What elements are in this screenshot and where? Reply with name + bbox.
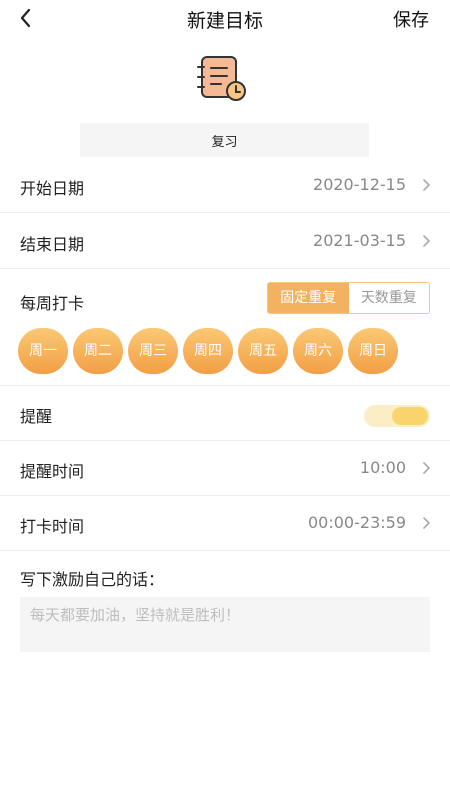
toggle-knob <box>392 407 428 425</box>
end-date-row[interactable]: 结束日期 2021-03-15 <box>0 214 450 269</box>
end-date-value: 2021-03-15 <box>313 231 406 250</box>
day-friday[interactable]: 周五 <box>238 328 288 374</box>
fixed-repeat-button[interactable]: 固定重复 <box>268 283 349 313</box>
goal-name-input[interactable] <box>80 123 369 157</box>
start-date-label: 开始日期 <box>20 179 85 198</box>
checkin-time-row[interactable]: 打卡时间 00:00-23:59 <box>0 496 450 551</box>
reminder-time-value: 10:00 <box>359 458 406 477</box>
weekday-picker: 周一 周二 周三 周四 周五 周六 周日 <box>18 328 398 374</box>
checkin-time-value: 00:00-23:59 <box>308 513 406 532</box>
weekly-checkin-section: 每周打卡 固定重复 天数重复 周一 周二 周三 周四 周五 周六 周日 <box>0 270 450 386</box>
weekly-checkin-label: 每周打卡 <box>20 294 85 313</box>
motto-input[interactable] <box>20 597 430 652</box>
motto-label: 写下激励自己的话： <box>20 570 165 589</box>
day-thursday[interactable]: 周四 <box>183 328 233 374</box>
top-bar: 新建目标 保存 <box>0 0 450 38</box>
day-count-repeat-button[interactable]: 天数重复 <box>348 283 429 313</box>
reminder-time-row[interactable]: 提醒时间 10:00 <box>0 441 450 496</box>
start-date-value: 2020-12-15 <box>313 175 406 194</box>
chevron-right-icon <box>423 517 430 529</box>
chevron-right-icon <box>423 462 430 474</box>
chevron-right-icon <box>423 235 430 247</box>
notebook-clock-icon[interactable] <box>194 55 250 103</box>
reminder-row: 提醒 <box>0 386 450 441</box>
checkin-time-label: 打卡时间 <box>20 517 85 536</box>
reminder-toggle[interactable] <box>364 405 430 427</box>
start-date-row[interactable]: 开始日期 2020-12-15 <box>0 158 450 213</box>
chevron-right-icon <box>423 179 430 191</box>
day-monday[interactable]: 周一 <box>18 328 68 374</box>
motto-field-container <box>20 597 430 652</box>
day-tuesday[interactable]: 周二 <box>73 328 123 374</box>
reminder-time-label: 提醒时间 <box>20 462 85 481</box>
day-wednesday[interactable]: 周三 <box>128 328 178 374</box>
end-date-label: 结束日期 <box>20 235 85 254</box>
page-title: 新建目标 <box>186 10 263 32</box>
save-button[interactable]: 保存 <box>393 6 429 32</box>
reminder-label: 提醒 <box>20 407 53 426</box>
goal-name-field-container <box>80 123 369 157</box>
day-sunday[interactable]: 周日 <box>348 328 398 374</box>
day-saturday[interactable]: 周六 <box>293 328 343 374</box>
repeat-mode-toggle: 固定重复 天数重复 <box>267 282 430 314</box>
